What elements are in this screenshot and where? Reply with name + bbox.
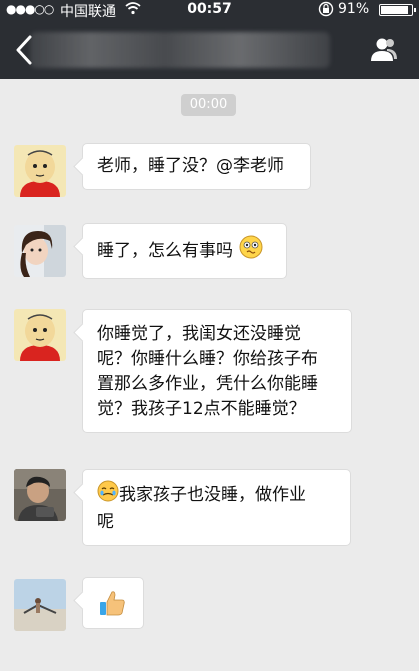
message-text: 睡了，怎么有事吗: [97, 241, 233, 261]
message-line: 你睡觉了，我闺女还没睡觉: [97, 324, 301, 344]
message-bubble[interactable]: 我家孩子也没睡，做作业 呢: [82, 469, 351, 546]
message-line: 觉？我孩子12点不能睡觉？: [97, 399, 306, 419]
confused-face-icon: [238, 234, 264, 268]
blurred-chat-title: [30, 32, 330, 68]
status-bar: ●●●○○ 中国联通 00:57 91%: [0, 0, 419, 20]
avatar-cartoon[interactable]: [14, 145, 66, 197]
message-line: 置那么多作业，凭什么你能睡: [97, 374, 318, 394]
thumbs-up-icon: [97, 588, 127, 626]
message-bubble[interactable]: [82, 577, 144, 629]
message-line-1: 我家孩子也没睡，做作业: [97, 480, 336, 510]
chat-area[interactable]: 00:00 老师，睡了没？@李老师 睡了，怎么有事吗 你睡觉了，我闺女还没睡觉 …: [0, 79, 419, 671]
avatar-man[interactable]: [14, 469, 66, 521]
crying-face-icon: [97, 480, 119, 510]
avatar-landscape[interactable]: [14, 579, 66, 631]
message-bubble[interactable]: 睡了，怎么有事吗: [82, 223, 287, 279]
person-icon[interactable]: [369, 35, 399, 65]
message-bubble[interactable]: 老师，睡了没？@李老师: [82, 143, 311, 190]
avatar-girl[interactable]: [14, 225, 66, 277]
message-timestamp: 00:00: [181, 94, 236, 116]
rotation-lock-icon: [318, 1, 334, 21]
avatar-cartoon[interactable]: [14, 309, 66, 361]
message-line: 呢: [97, 512, 114, 532]
message-line: 呢？你睡什么睡？你给孩子布: [97, 349, 318, 369]
message-bubble[interactable]: 你睡觉了，我闺女还没睡觉 呢？你睡什么睡？你给孩子布 置那么多作业，凭什么你能睡…: [82, 309, 352, 433]
battery-percent: 91%: [338, 1, 370, 17]
message-text: 老师，睡了没？@李老师: [97, 156, 284, 176]
battery-icon: [379, 4, 416, 16]
message-text: 我家孩子也没睡，做作业: [119, 485, 306, 505]
navigation-bar: [0, 20, 419, 79]
